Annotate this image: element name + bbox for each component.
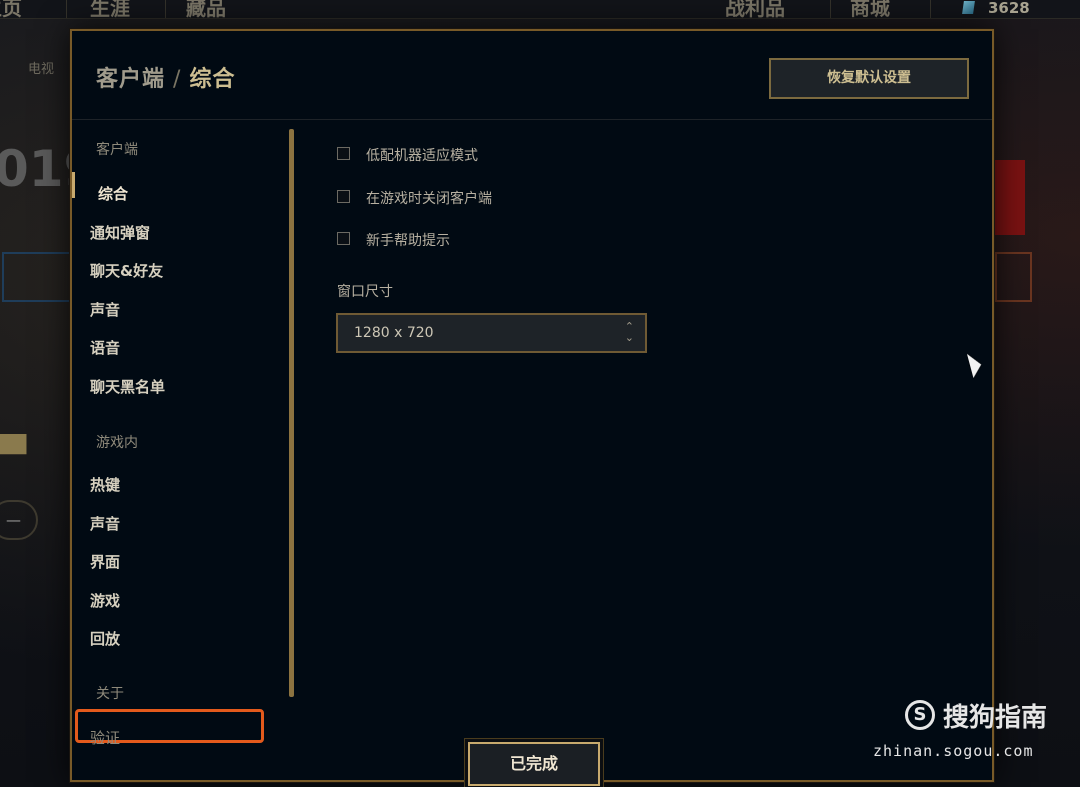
dialog-title: 客户端 / 综合: [96, 61, 235, 93]
bg-nav-store: 商城: [850, 0, 890, 20]
sogou-logo-icon: S: [905, 700, 935, 730]
sidebar-item-replays[interactable]: 回放: [90, 628, 120, 649]
bg-nav-profile: 生涯: [90, 0, 130, 20]
bg-small-text: 电视: [28, 62, 55, 77]
sidebar-item-blocklist[interactable]: 聊天黑名单: [90, 376, 165, 397]
checkbox-box[interactable]: [337, 190, 350, 203]
sidebar-item-notifications[interactable]: 通知弹窗: [90, 222, 150, 243]
background-top-bar: 主页 生涯 藏品 战利品 商城 3628: [0, 0, 1080, 20]
settings-dialog: 客户端 / 综合 恢复默认设置 客户端 综合 通知弹窗 聊天&好友 声音 语音 聊天…: [70, 29, 994, 786]
window-size-label: 窗口尺寸: [337, 284, 393, 300]
done-button[interactable]: 已完成: [468, 742, 600, 786]
sidebar-group-client: 客户端: [96, 142, 138, 158]
watermark-title: 搜狗指南: [943, 703, 1048, 733]
sidebar-item-chat-friends[interactable]: 聊天&好友: [90, 260, 163, 281]
sidebar-item-sound[interactable]: 声音: [90, 299, 120, 320]
sidebar-item-interface[interactable]: 界面: [90, 551, 120, 572]
sidebar-item-ingame-sound[interactable]: 声音: [90, 513, 120, 534]
breadcrumb-current: 综合: [189, 67, 236, 92]
checkbox-label: 在游戏时关闭客户端: [366, 191, 492, 207]
breadcrumb-separator: /: [173, 67, 182, 92]
bg-nav-divider: [930, 0, 931, 18]
sidebar-item-game[interactable]: 游戏: [90, 590, 120, 611]
bg-nav-home: 主页: [0, 0, 22, 20]
window-size-select[interactable]: 1280 x 720 ⌃ ⌄: [336, 313, 647, 353]
updown-chevron-icon: ⌃ ⌄: [624, 320, 634, 344]
bg-nav-loot: 战利品: [725, 0, 785, 20]
checkbox-label: 低配机器适应模式: [366, 148, 478, 164]
sidebar-scrollbar[interactable]: [289, 129, 294, 697]
sidebar-group-ingame: 游戏内: [96, 435, 138, 451]
bg-nav-divider: [66, 0, 67, 18]
settings-sidebar: 客户端 综合 通知弹窗 聊天&好友 声音 语音 聊天黑名单 游戏内 热键 声音 …: [72, 121, 292, 761]
currency-amount: 3628: [988, 0, 1030, 17]
checkbox-box[interactable]: [337, 232, 350, 245]
active-indicator: [72, 172, 75, 198]
breadcrumb-parent: 客户端: [96, 67, 166, 92]
bg-panel: [2, 252, 72, 302]
sidebar-item-hotkeys[interactable]: 热键: [90, 474, 120, 495]
blue-essence-icon: [962, 1, 975, 14]
bg-chest-icon: ▀: [0, 435, 27, 475]
checkbox-box[interactable]: [337, 147, 350, 160]
bg-panel: [995, 252, 1032, 302]
sidebar-group-about: 关于: [96, 686, 124, 702]
header-divider: [72, 119, 992, 120]
sidebar-item-verification[interactable]: 验证: [90, 727, 120, 748]
window-size-value: 1280 x 720: [354, 325, 434, 341]
watermark-url: zhinan.sogou.com: [873, 742, 1034, 760]
reset-defaults-button[interactable]: 恢复默认设置: [769, 58, 969, 99]
sidebar-item-voice[interactable]: 语音: [90, 337, 120, 358]
checkbox-label: 新手帮助提示: [366, 233, 450, 249]
bg-nav-collection: 藏品: [186, 0, 226, 20]
bg-nav-divider: [165, 0, 166, 18]
sidebar-item-general[interactable]: 综合: [98, 183, 128, 204]
bg-nav-divider: [830, 0, 831, 18]
bg-banner: [995, 160, 1025, 235]
